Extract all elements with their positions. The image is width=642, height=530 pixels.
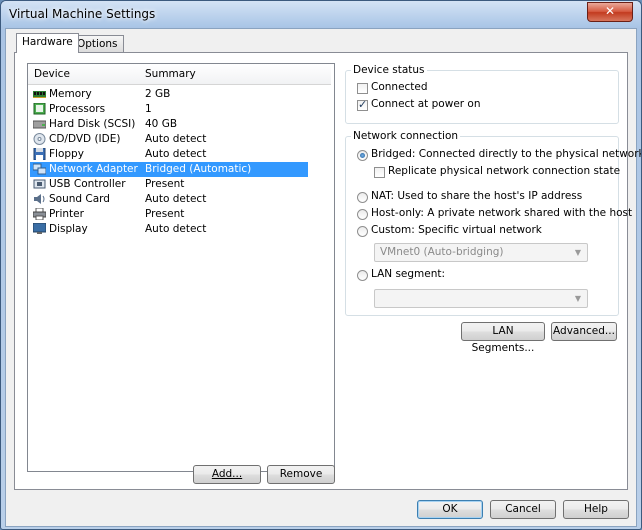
- ok-button[interactable]: OK: [417, 500, 483, 519]
- host-only-label[interactable]: Host-only: A private network shared with…: [371, 207, 632, 219]
- tab-hardware-label: Hardware: [22, 36, 73, 48]
- device-row-cd-dvd[interactable]: CD/DVD (IDE) Auto detect: [30, 132, 308, 147]
- processor-icon: [33, 103, 46, 115]
- custom-label[interactable]: Custom: Specific virtual network: [371, 224, 542, 236]
- remove-button[interactable]: Remove: [267, 465, 335, 484]
- device-name: CD/DVD (IDE): [49, 133, 121, 145]
- device-summary: Auto detect: [145, 223, 207, 235]
- device-name: Network Adapter: [49, 163, 138, 175]
- add-button[interactable]: Add...: [193, 465, 261, 484]
- device-name: Hard Disk (SCSI): [49, 118, 136, 130]
- close-button[interactable]: ✕: [587, 2, 633, 22]
- device-status-group: Device status Connected Connect at power…: [345, 64, 619, 124]
- settings-window: Virtual Machine Settings ✕ Hardware Opti…: [0, 0, 642, 530]
- usb-icon: [33, 179, 46, 189]
- device-summary: Present: [145, 208, 185, 220]
- add-button-label: Add...: [211, 468, 243, 480]
- lan-segments-button[interactable]: LAN Segments...: [461, 322, 545, 354]
- connected-label[interactable]: Connected: [371, 81, 428, 93]
- device-row-memory[interactable]: Memory 2 GB: [30, 87, 308, 102]
- cd-dvd-icon: [33, 133, 46, 145]
- lan-segment-label[interactable]: LAN segment:: [371, 268, 445, 280]
- device-row-display[interactable]: Display Auto detect: [30, 222, 308, 237]
- device-summary: Auto detect: [145, 133, 207, 145]
- device-row-hard-disk[interactable]: Hard Disk (SCSI) 40 GB: [30, 117, 308, 132]
- device-row-processors[interactable]: Processors 1: [30, 102, 308, 117]
- device-row-sound-card[interactable]: Sound Card Auto detect: [30, 192, 308, 207]
- device-summary: Bridged (Automatic): [145, 163, 252, 175]
- network-connection-title: Network connection: [351, 130, 461, 142]
- device-name: Sound Card: [49, 193, 110, 205]
- device-summary: 1: [145, 103, 152, 115]
- device-row-floppy[interactable]: Floppy Auto detect: [30, 147, 308, 162]
- cancel-label: Cancel: [505, 503, 541, 515]
- device-name: Processors: [49, 103, 106, 115]
- printer-icon: [33, 208, 46, 220]
- title-bar[interactable]: Virtual Machine Settings ✕: [1, 1, 641, 27]
- network-adapter-icon: [33, 163, 46, 175]
- ok-label: OK: [442, 503, 458, 515]
- tab-hardware[interactable]: Hardware: [16, 33, 79, 53]
- network-connection-group: Network connection Bridged: Connected di…: [345, 130, 641, 316]
- connect-at-power-on-label[interactable]: Connect at power on: [371, 98, 481, 110]
- summary-column-header[interactable]: Summary: [140, 64, 331, 85]
- tab-options[interactable]: Options: [71, 35, 124, 52]
- lan-segment-radio[interactable]: [357, 270, 368, 281]
- memory-icon: [33, 91, 46, 98]
- connect-at-power-on-checkbox[interactable]: [357, 98, 368, 111]
- lan-segments-label: LAN Segments...: [471, 325, 535, 354]
- chevron-down-icon: ▼: [574, 294, 581, 303]
- device-name: USB Controller: [49, 178, 126, 190]
- device-name: Printer: [49, 208, 84, 220]
- device-row-printer[interactable]: Printer Present: [30, 207, 308, 222]
- custom-radio[interactable]: [357, 226, 368, 237]
- floppy-icon: [33, 148, 46, 160]
- device-name: Floppy: [49, 148, 84, 160]
- bridged-radio[interactable]: [357, 150, 368, 161]
- help-label: Help: [584, 503, 608, 515]
- host-only-radio[interactable]: [357, 209, 368, 220]
- chevron-down-icon: ▼: [574, 248, 581, 257]
- tab-options-label: Options: [77, 38, 118, 50]
- window-title: Virtual Machine Settings: [9, 7, 156, 21]
- hardware-panel: Device Summary Memory 2 GB Processors 1 …: [14, 52, 641, 490]
- sound-icon: [34, 194, 45, 204]
- help-button[interactable]: Help: [563, 500, 629, 519]
- display-icon: [33, 223, 46, 234]
- replicate-state-checkbox[interactable]: [374, 167, 385, 178]
- close-icon: ✕: [604, 4, 616, 18]
- device-status-title: Device status: [351, 64, 427, 76]
- nat-label[interactable]: NAT: Used to share the host's IP address: [371, 190, 582, 202]
- bridged-label[interactable]: Bridged: Connected directly to the physi…: [371, 148, 641, 160]
- advanced-label: Advanced...: [553, 325, 615, 337]
- device-summary: Auto detect: [145, 193, 207, 205]
- remove-button-label: Remove: [279, 468, 323, 480]
- nat-radio[interactable]: [357, 192, 368, 203]
- dialog-client: Hardware Options Device Summary Memory 2…: [5, 28, 641, 527]
- device-summary: Present: [145, 178, 185, 190]
- cancel-button[interactable]: Cancel: [490, 500, 556, 519]
- custom-network-value: VMnet0 (Auto-bridging): [380, 246, 504, 258]
- custom-network-select[interactable]: VMnet0 (Auto-bridging) ▼: [374, 243, 588, 262]
- advanced-button[interactable]: Advanced...: [551, 322, 617, 341]
- device-summary: Auto detect: [145, 148, 207, 160]
- connected-checkbox[interactable]: [357, 83, 368, 94]
- replicate-state-label[interactable]: Replicate physical network connection st…: [388, 165, 620, 177]
- device-list[interactable]: Device Summary Memory 2 GB Processors 1 …: [27, 63, 335, 472]
- device-summary: 40 GB: [145, 118, 178, 130]
- device-summary: 2 GB: [145, 88, 171, 100]
- hard-disk-icon: [33, 120, 46, 129]
- device-column-header[interactable]: Device: [28, 64, 146, 85]
- device-row-usb-controller[interactable]: USB Controller Present: [30, 177, 308, 192]
- lan-segment-select[interactable]: ▼: [374, 289, 588, 308]
- device-row-network-adapter[interactable]: Network Adapter Bridged (Automatic): [30, 162, 308, 177]
- device-name: Display: [49, 223, 88, 235]
- device-name: Memory: [49, 88, 92, 100]
